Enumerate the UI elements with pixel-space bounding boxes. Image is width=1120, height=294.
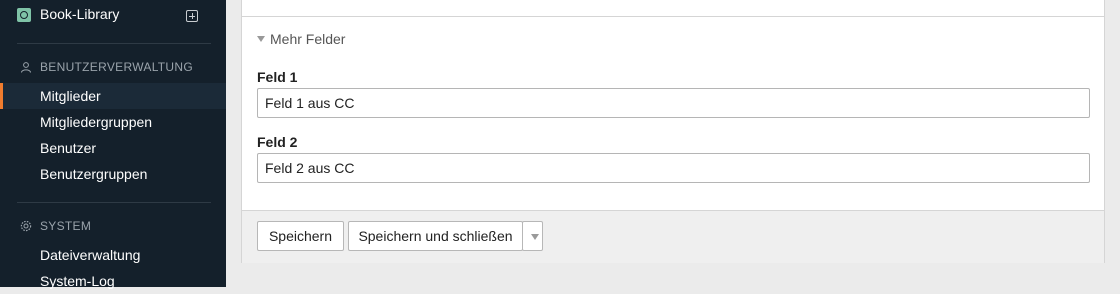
fieldset-legend: Mehr Felder [270, 31, 346, 47]
save-and-close-button[interactable]: Speichern und schließen [348, 221, 523, 251]
sidebar-item-label: Dateiverwaltung [40, 247, 141, 263]
sidebar-item-label: Mitglieder [40, 88, 101, 104]
sidebar-item-label: Benutzer [40, 140, 97, 156]
section-title: SYSTEM [40, 219, 92, 233]
sidebar-item-label: Benutzergruppen [40, 166, 148, 182]
sidebar-item-mitglieder[interactable]: Mitglieder [0, 83, 226, 109]
previous-panel [241, 0, 1105, 17]
site-tree-item[interactable]: Book-Library [0, 0, 226, 30]
sidebar-divider [17, 43, 211, 44]
site-label[interactable]: Book-Library [40, 6, 119, 22]
field-label-feld-1: Feld 1 [257, 69, 298, 85]
feld-2-input[interactable] [257, 153, 1090, 183]
section-title: BENUTZERVERWALTUNG [40, 60, 193, 74]
sidebar-item-system-log[interactable]: System-Log [0, 268, 226, 294]
sidebar-item-dateiverwaltung[interactable]: Dateiverwaltung [0, 242, 226, 268]
section-header-system: SYSTEM [0, 217, 226, 237]
section-header-benutzerverwaltung: BENUTZERVERWALTUNG [0, 58, 226, 78]
collapse-triangle-icon [257, 36, 265, 42]
sidebar-item-benutzer[interactable]: Benutzer [0, 135, 226, 161]
sidebar-item-mitgliedergruppen[interactable]: Mitgliedergruppen [0, 109, 226, 135]
site-icon [17, 8, 31, 22]
add-icon[interactable] [186, 10, 198, 22]
save-options-dropdown-button[interactable] [522, 221, 543, 251]
sidebar: Book-Library BENUTZERVERWALTUNG Mitglied… [0, 0, 226, 289]
button-bar: Speichern Speichern und schließen [242, 210, 1104, 263]
save-button[interactable]: Speichern [257, 221, 344, 251]
sidebar-divider [17, 202, 211, 203]
feld-1-input[interactable] [257, 88, 1090, 118]
field-label-feld-2: Feld 2 [257, 134, 298, 150]
main-content: Mehr Felder Feld 1 Feld 2 Speichern Spei… [226, 0, 1120, 287]
sidebar-item-benutzergruppen[interactable]: Benutzergruppen [0, 161, 226, 187]
sidebar-item-label: Mitgliedergruppen [40, 114, 153, 130]
gear-icon [20, 220, 32, 232]
user-icon [21, 62, 31, 73]
edit-form: Mehr Felder Feld 1 Feld 2 Speichern Spei… [241, 17, 1105, 263]
chevron-down-icon [531, 234, 539, 240]
